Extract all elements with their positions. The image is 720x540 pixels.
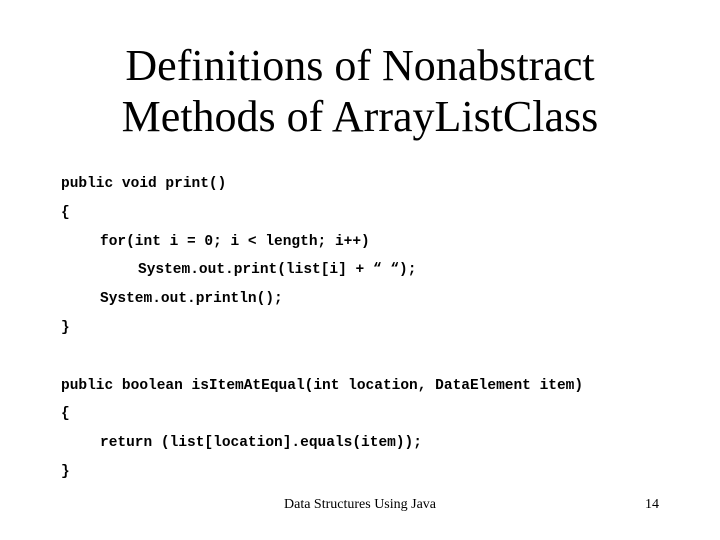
code-line: {: [61, 205, 70, 221]
slide-title: Definitions of Nonabstract Methods of Ar…: [0, 40, 720, 142]
code-line: return (list[location].equals(item));: [100, 435, 422, 451]
code-line: System.out.println();: [100, 291, 283, 307]
code-line: {: [61, 406, 70, 422]
code-line: }: [61, 464, 70, 480]
slide-title-line-1: Definitions of Nonabstract: [125, 41, 595, 90]
page-number: 14: [645, 497, 659, 512]
code-line: public void print(): [61, 176, 227, 192]
code-line: }: [61, 320, 70, 336]
footer-text: Data Structures Using Java: [284, 497, 437, 512]
slide-title-line-2: Methods of ArrayListClass: [121, 92, 599, 141]
code-line: System.out.print(list[i] + “ “);: [138, 262, 417, 278]
code-line: for(int i = 0; i < length; i++): [100, 234, 370, 250]
code-line: public boolean isItemAtEqual(int locatio…: [61, 378, 584, 394]
